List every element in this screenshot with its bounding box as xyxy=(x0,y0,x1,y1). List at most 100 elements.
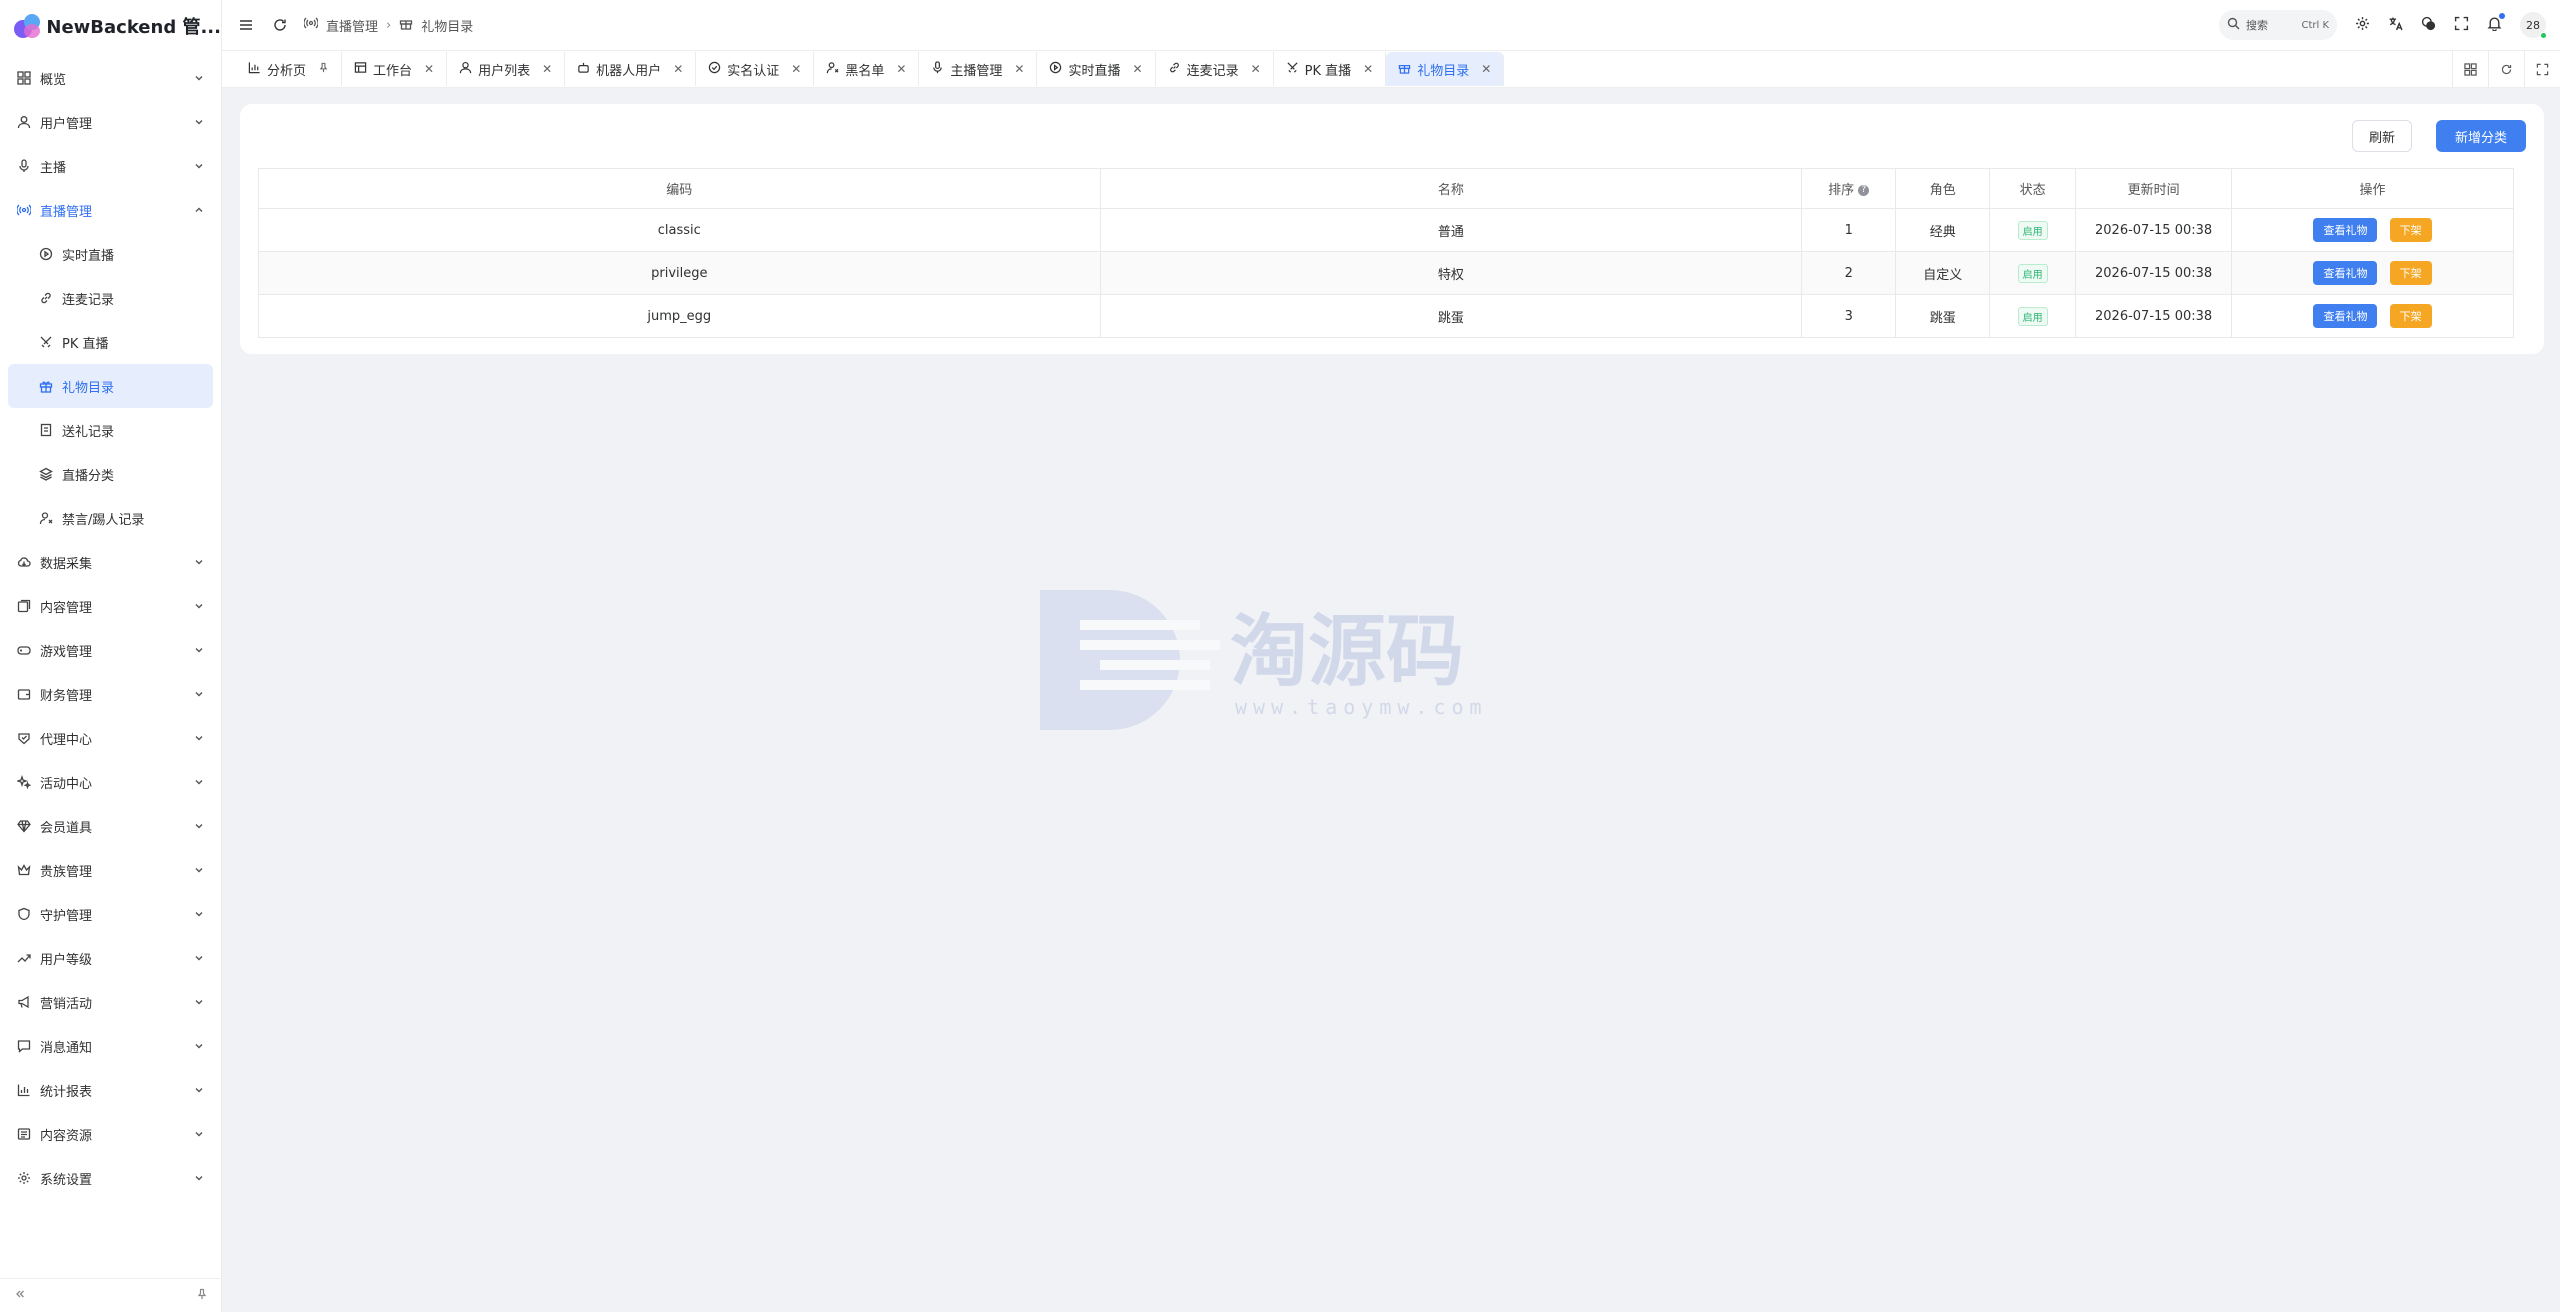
sidebar-item-link-mic[interactable]: 连麦记录 xyxy=(8,276,213,320)
sidebar-item-reports[interactable]: 统计报表 xyxy=(8,1068,213,1112)
pin-icon[interactable] xyxy=(196,1288,208,1304)
view-gifts-button[interactable]: 查看礼物 xyxy=(2313,304,2378,328)
column-header-sort[interactable]: 排序 ? xyxy=(1801,168,1897,209)
breadcrumb-item[interactable]: 礼物目录 xyxy=(421,16,473,35)
cell-actions: 查看礼物 下架 xyxy=(2231,251,2514,295)
sidebar-item-pk-live[interactable]: PK 直播 xyxy=(8,320,213,364)
take-down-button[interactable]: 下架 xyxy=(2389,261,2432,285)
swords-icon xyxy=(1286,61,1299,78)
sidebar-item-vip-props[interactable]: 会员道具 xyxy=(8,804,213,848)
fullscreen-icon[interactable] xyxy=(2454,16,2469,35)
tab-workspace[interactable]: 工作台 ✕ xyxy=(342,52,448,86)
column-header-status[interactable]: 状态 xyxy=(1989,168,2077,209)
help-icon[interactable]: ? xyxy=(1858,185,1870,196)
maximize-icon[interactable] xyxy=(2524,50,2560,88)
column-header-code[interactable]: 编码 xyxy=(258,168,1101,209)
view-gifts-button[interactable]: 查看礼物 xyxy=(2313,261,2378,285)
cell-code: jump_egg xyxy=(258,294,1101,338)
translate-icon[interactable] xyxy=(2388,16,2403,35)
sidebar-item-live-category[interactable]: 直播分类 xyxy=(8,452,213,496)
view-gifts-button[interactable]: 查看礼物 xyxy=(2313,218,2378,242)
sidebar-item-activity[interactable]: 活动中心 xyxy=(8,760,213,804)
close-icon[interactable]: ✕ xyxy=(673,62,683,76)
close-icon[interactable]: ✕ xyxy=(1014,62,1024,76)
sidebar-item-gift-catalog[interactable]: 礼物目录 xyxy=(8,364,213,408)
chevron-down-icon xyxy=(193,732,205,744)
close-icon[interactable]: ✕ xyxy=(424,62,434,76)
sidebar-item-finance[interactable]: 财务管理 xyxy=(8,672,213,716)
close-icon[interactable]: ✕ xyxy=(791,62,801,76)
sidebar-item-guard[interactable]: 守护管理 xyxy=(8,892,213,936)
sidebar-item-nobility[interactable]: 贵族管理 xyxy=(8,848,213,892)
broadcast-icon xyxy=(16,202,32,218)
tab-anchor-manage[interactable]: 主播管理 ✕ xyxy=(919,52,1038,86)
sidebar-item-live[interactable]: 直播管理 xyxy=(8,188,213,232)
message-icon xyxy=(16,1038,32,1054)
tab-analytics[interactable]: 分析页 xyxy=(236,52,343,86)
pin-icon[interactable] xyxy=(318,62,329,76)
brand[interactable]: NewBackend 管... xyxy=(0,0,221,52)
sparkle-icon xyxy=(16,774,32,790)
chevron-up-icon xyxy=(193,204,205,216)
close-icon[interactable]: ✕ xyxy=(1363,62,1373,76)
theme-icon[interactable] xyxy=(2421,16,2436,35)
tab-link-mic[interactable]: 连麦记录 ✕ xyxy=(1156,52,1274,86)
sidebar-item-settings[interactable]: 系统设置 xyxy=(8,1156,213,1200)
tab-realtime-live[interactable]: 实时直播 ✕ xyxy=(1037,52,1156,86)
sidebar-item-label: 实时直播 xyxy=(62,248,115,264)
sidebar-item-gift-records[interactable]: 送礼记录 xyxy=(8,408,213,452)
sidebar-item-label: 系统设置 xyxy=(40,1172,93,1188)
close-icon[interactable]: ✕ xyxy=(542,62,552,76)
sidebar: NewBackend 管... 概览 用户管理 主播 直播管理 实时直播 连麦记… xyxy=(0,0,222,1312)
take-down-button[interactable]: 下架 xyxy=(2389,218,2432,242)
sidebar-item-user-level[interactable]: 用户等级 xyxy=(8,936,213,980)
close-icon[interactable]: ✕ xyxy=(1133,62,1143,76)
column-header-name[interactable]: 名称 xyxy=(1099,168,1803,209)
take-down-button[interactable]: 下架 xyxy=(2389,304,2432,328)
sidebar-item-marketing[interactable]: 营销活动 xyxy=(8,980,213,1024)
chevron-down-icon xyxy=(193,952,205,964)
sidebar-item-games[interactable]: 游戏管理 xyxy=(8,628,213,672)
gift-icon xyxy=(1398,61,1411,78)
sidebar-item-data-collect[interactable]: 数据采集 xyxy=(8,540,213,584)
close-icon[interactable]: ✕ xyxy=(1481,62,1491,76)
sidebar-item-resources[interactable]: 内容资源 xyxy=(8,1112,213,1156)
sidebar-item-label: 连麦记录 xyxy=(62,292,115,308)
tab-label: 实时直播 xyxy=(1068,63,1121,79)
tab-gift-catalog[interactable]: 礼物目录 ✕ xyxy=(1386,52,1505,86)
tab-real-name[interactable]: 实名认证 ✕ xyxy=(696,52,815,86)
close-icon[interactable]: ✕ xyxy=(896,62,906,76)
grid-icon[interactable] xyxy=(2452,50,2488,88)
sidebar-item-content[interactable]: 内容管理 xyxy=(8,584,213,628)
cell-role: 自定义 xyxy=(1895,251,1991,295)
sidebar-item-users[interactable]: 用户管理 xyxy=(8,100,213,144)
user-icon xyxy=(459,61,472,78)
breadcrumb-item[interactable]: 直播管理 xyxy=(326,16,378,35)
collapse-sidebar-icon[interactable] xyxy=(14,1288,26,1304)
link-icon xyxy=(1168,61,1181,78)
tab-blacklist[interactable]: 黑名单 ✕ xyxy=(814,52,920,86)
gear-icon[interactable] xyxy=(2355,16,2370,35)
sidebar-item-realtime-live[interactable]: 实时直播 xyxy=(8,232,213,276)
crown-icon xyxy=(16,862,32,878)
tab-robot-users[interactable]: 机器人用户 ✕ xyxy=(565,52,697,86)
app-title: NewBackend 管... xyxy=(46,17,221,38)
column-header-updated[interactable]: 更新时间 xyxy=(2075,168,2233,209)
bell-icon[interactable] xyxy=(2487,12,2505,35)
refresh-button[interactable]: 刷新 xyxy=(2352,120,2412,152)
add-category-button[interactable]: 新增分类 xyxy=(2436,120,2526,152)
sidebar-item-mute-kick[interactable]: 禁言/踢人记录 xyxy=(8,496,213,540)
sidebar-item-agent[interactable]: 代理中心 xyxy=(8,716,213,760)
sidebar-item-notifications[interactable]: 消息通知 xyxy=(8,1024,213,1068)
sidebar-item-overview[interactable]: 概览 xyxy=(8,56,213,100)
sidebar-item-anchor[interactable]: 主播 xyxy=(8,144,213,188)
avatar[interactable]: 28 xyxy=(2520,12,2547,39)
refresh-icon[interactable] xyxy=(270,15,290,35)
tab-user-list[interactable]: 用户列表 ✕ xyxy=(447,52,566,86)
close-icon[interactable]: ✕ xyxy=(1251,62,1261,76)
column-header-role[interactable]: 角色 xyxy=(1895,168,1991,209)
refresh-icon[interactable] xyxy=(2488,50,2524,88)
tab-pk-live[interactable]: PK 直播 ✕ xyxy=(1274,52,1387,86)
search-input[interactable]: 搜索 Ctrl K xyxy=(2219,10,2337,40)
menu-toggle-icon[interactable] xyxy=(236,15,256,35)
